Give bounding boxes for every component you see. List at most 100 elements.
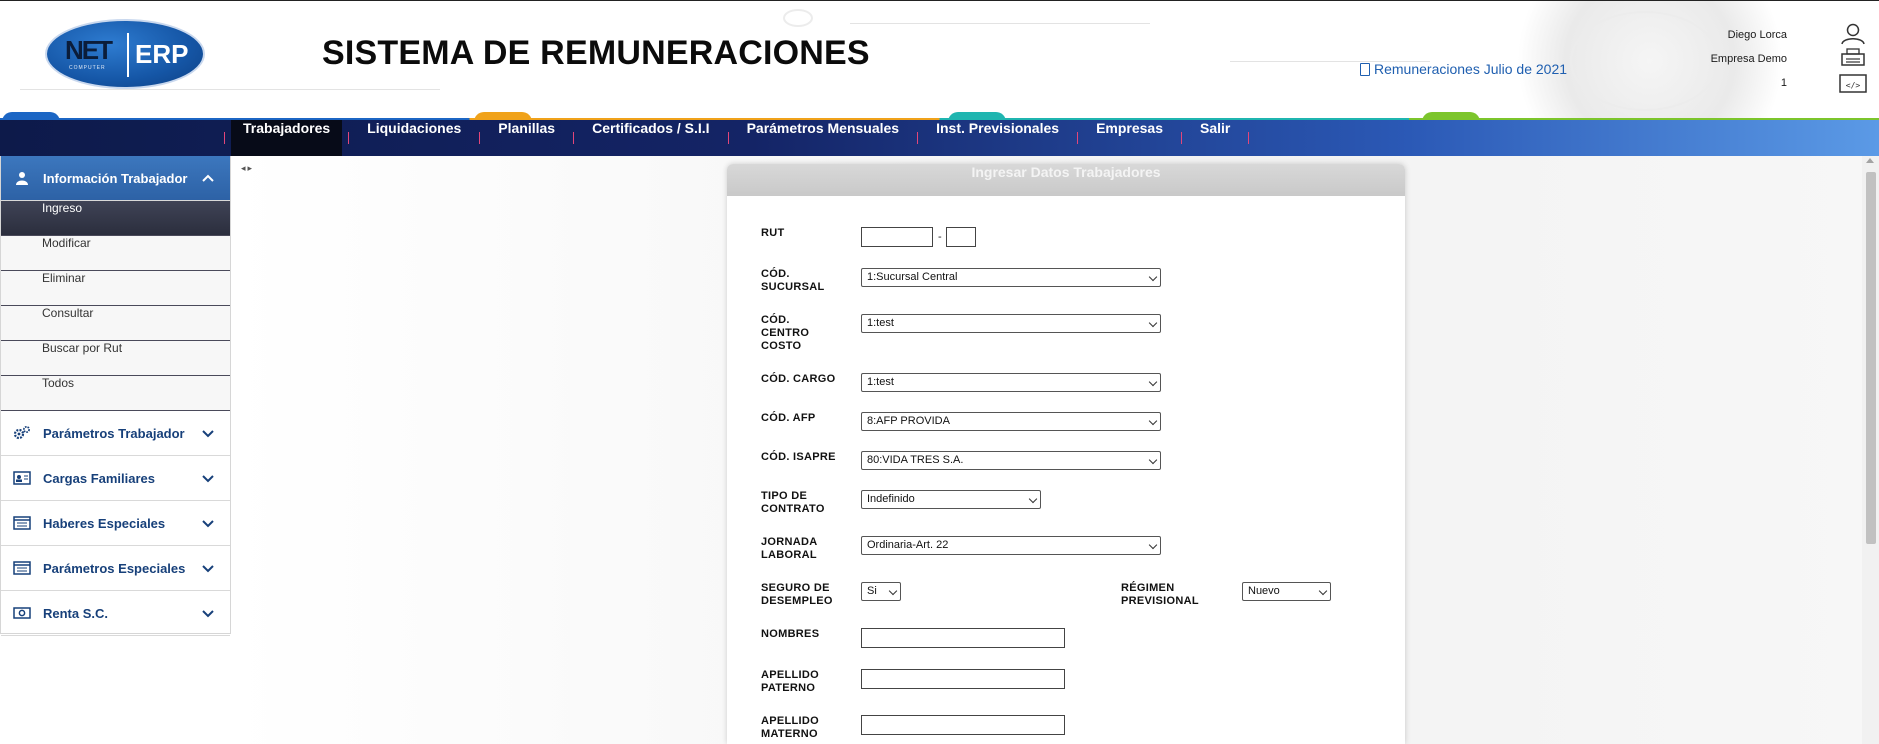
rut-dv-input[interactable] (946, 227, 976, 247)
nav-item-liquidaciones[interactable]: Liquidaciones (355, 120, 473, 156)
nombres-input[interactable] (861, 628, 1065, 648)
period-link-label: Remuneraciones Julio de 2021 (1374, 61, 1568, 77)
company-logo: NET ERP COMPUTER (45, 19, 205, 89)
chevron-down-icon (1148, 377, 1158, 387)
apellido-paterno-input[interactable] (861, 669, 1065, 689)
period-link[interactable]: Remuneraciones Julio de 2021 (1360, 61, 1567, 77)
nav-separator (348, 132, 350, 144)
header: NET ERP COMPUTER SISTEMA DE REMUNERACION… (0, 0, 1879, 120)
user-icon[interactable] (1838, 23, 1868, 45)
id-card-icon (13, 470, 31, 486)
cargo-select[interactable]: 1:test (861, 373, 1161, 392)
nav-item-empresas[interactable]: Empresas (1084, 120, 1175, 156)
chevron-down-icon (1318, 586, 1328, 596)
isapre-label: CÓD. ISAPRE (761, 451, 836, 463)
form-title: Ingresar Datos Trabajadores (727, 164, 1405, 196)
sidebar-item-ingreso[interactable]: Ingreso (1, 201, 230, 236)
sucursal-label: CÓD. SUCURSAL (761, 268, 825, 293)
nav-separator (1181, 132, 1182, 144)
chevron-down-icon (1148, 272, 1158, 282)
scroll-up-arrow-icon[interactable] (1866, 158, 1874, 163)
company-code: 1 (1780, 77, 1787, 89)
apellido-paterno-label: APELLIDO PATERNO (761, 669, 820, 694)
sidebar-item-eliminar[interactable]: Eliminar (1, 271, 230, 306)
jornada-label: JORNADA LABORAL (761, 536, 818, 561)
regimen-previsional-label: RÉGIMEN PREVISIONAL (1121, 582, 1199, 607)
company-name: Empresa Demo (1710, 53, 1787, 65)
regimen-previsional-select[interactable]: Nuevo (1242, 582, 1331, 601)
nav-item-planillas[interactable]: Planillas (486, 120, 567, 156)
sidebar-item-modificar[interactable]: Modificar (1, 236, 230, 271)
jornada-select[interactable]: Ordinaria-Art. 22 (861, 536, 1161, 555)
nav-separator (573, 132, 575, 144)
chevron-down-icon (196, 560, 220, 576)
nav-items: Trabajadores Liquidaciones Planillas Cer… (218, 120, 1255, 156)
sidebar-section-renta-sc[interactable]: Renta S.C. (1, 591, 230, 636)
seguro-desempleo-label: SEGURO DE DESEMPLEO (761, 582, 833, 607)
rut-number-input[interactable] (861, 227, 933, 247)
tipo-contrato-label: TIPO DE CONTRATO (761, 490, 825, 515)
sidebar-section-label: Parámetros Trabajador (43, 425, 185, 441)
decoration-circle (1570, 11, 1720, 111)
logo-subtitle: COMPUTER (69, 65, 106, 71)
seguro-desempleo-select[interactable]: Si (861, 582, 901, 601)
tipo-contrato-select[interactable]: Indefinido (861, 490, 1041, 509)
sucursal-select-value: 1:Sucursal Central (867, 271, 958, 283)
sidebar-section-label: Parámetros Especiales (43, 560, 186, 576)
chevron-up-icon (196, 170, 220, 186)
nav-separator (224, 132, 225, 144)
regimen-previsional-select-value: Nuevo (1248, 585, 1280, 597)
page-title: SISTEMA DE REMUNERACIONES (322, 34, 870, 72)
document-icon (1360, 62, 1370, 76)
sucursal-select[interactable]: 1:Sucursal Central (861, 268, 1161, 287)
sidebar-section-label: Cargas Familiares (43, 470, 156, 486)
centro-costo-select[interactable]: 1:test (861, 314, 1161, 333)
chevron-down-icon (196, 605, 220, 621)
afp-label: CÓD. AFP (761, 412, 816, 424)
nav-item-parametros-mensuales[interactable]: Parámetros Mensuales (735, 120, 912, 156)
centro-costo-label: CÓD. CENTRO COSTO (761, 314, 810, 352)
nav-item-inst-previsionales[interactable]: Inst. Previsionales (924, 120, 1071, 156)
sidebar-item-buscar-por-rut[interactable]: Buscar por Rut (1, 341, 230, 376)
chevron-down-icon (1148, 455, 1158, 465)
rut-label: RUT (761, 227, 785, 239)
printer-icon[interactable] (1838, 47, 1868, 69)
isapre-select-value: 80:VIDA TRES S.A. (867, 454, 964, 466)
scrollbar-thumb[interactable] (1866, 172, 1876, 544)
gears-icon (13, 425, 31, 441)
nav-separator (479, 132, 481, 144)
nav-separator (727, 132, 729, 144)
nav-item-trabajadores[interactable]: Trabajadores (231, 120, 343, 156)
code-icon[interactable]: </> (1838, 73, 1868, 95)
sidebar-item-consultar[interactable]: Consultar (1, 306, 230, 341)
chevron-down-icon (196, 515, 220, 531)
afp-select[interactable]: 8:AFP PROVIDA (861, 412, 1161, 431)
app-window: NET ERP COMPUTER SISTEMA DE REMUNERACION… (0, 0, 1879, 744)
isapre-select[interactable]: 80:VIDA TRES S.A. (861, 451, 1161, 470)
sidebar-section-label: Renta S.C. (43, 605, 109, 621)
decoration-line (20, 89, 440, 90)
nav-item-salir[interactable]: Salir (1188, 120, 1242, 156)
sidebar: Información Trabajador Ingreso Modificar… (0, 156, 231, 636)
nav-separator (1248, 132, 1250, 144)
sidebar-section-haberes-especiales[interactable]: Haberes Especiales (1, 501, 230, 546)
chevron-down-icon (1148, 540, 1158, 550)
chevron-down-icon (1028, 494, 1038, 504)
sidebar-toggle-icon[interactable]: ◂▸ (241, 164, 254, 174)
cargo-label: CÓD. CARGO (761, 373, 836, 385)
nombres-label: NOMBRES (761, 628, 820, 640)
sidebar-section-parametros-trabajador[interactable]: Parámetros Trabajador (1, 411, 230, 456)
svg-text:</>: </> (1846, 81, 1861, 90)
tipo-contrato-select-value: Indefinido (867, 493, 915, 505)
apellido-materno-label: APELLIDO MATERNO (761, 715, 820, 740)
sidebar-section-cargas-familiares[interactable]: Cargas Familiares (1, 456, 230, 501)
decoration-line (850, 23, 1150, 24)
nav-item-certificados[interactable]: Certificados / S.I.I (580, 120, 721, 156)
apellido-materno-input[interactable] (861, 715, 1065, 735)
chevron-down-icon (1148, 318, 1158, 328)
sidebar-section-parametros-especiales[interactable]: Parámetros Especiales (1, 546, 230, 591)
nav-separator (1077, 132, 1079, 144)
list-icon (13, 560, 31, 576)
sidebar-item-todos[interactable]: Todos (1, 376, 230, 411)
sidebar-section-informacion-trabajador[interactable]: Información Trabajador (1, 156, 230, 201)
